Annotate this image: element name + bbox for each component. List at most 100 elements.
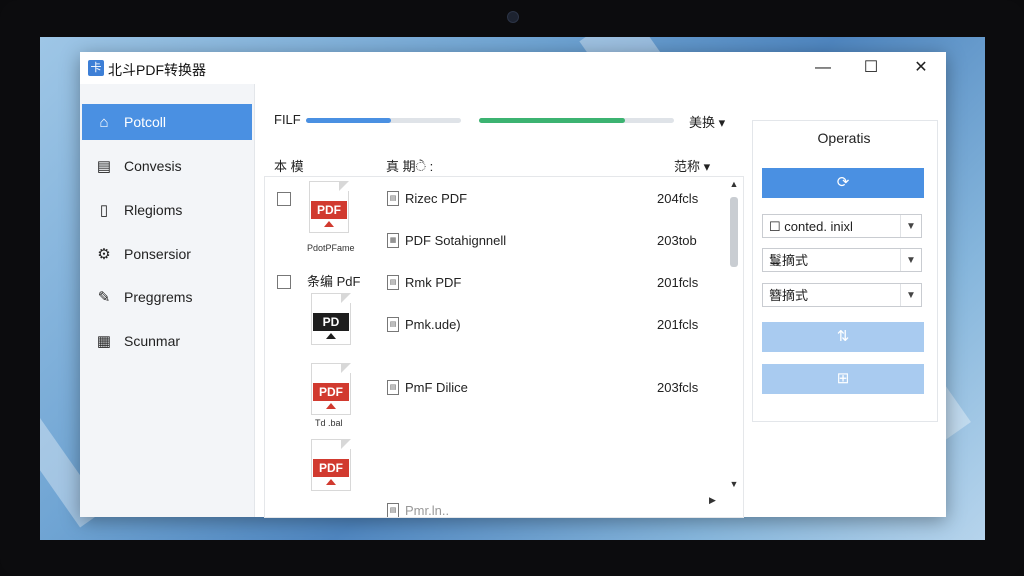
main-panel: FILF 美换 ▾ 本 模 真 期ੇ : 范称 ▾ PDF PdotPFame … — [264, 84, 744, 518]
pdf-badge: PDF — [311, 201, 347, 219]
page-fold — [341, 439, 351, 449]
chevron-down-icon: ▼ — [900, 249, 921, 271]
file-icon: ▤ — [387, 380, 399, 395]
pdf-badge: PD — [313, 313, 349, 331]
scroll-down-icon[interactable]: ▼ — [727, 479, 741, 489]
pdf-thumbnail[interactable]: PDF — [311, 439, 351, 491]
pdf-logo-icon — [326, 403, 336, 409]
pdf-badge: PDF — [313, 459, 349, 477]
file-icon: ▤ — [387, 317, 399, 332]
page-fold — [341, 293, 351, 303]
pdf-logo-icon — [326, 479, 336, 485]
convert-button[interactable]: ⟳ — [762, 168, 924, 198]
file-name[interactable]: Rmk PDF — [405, 275, 461, 290]
vertical-scrollbar[interactable]: ▲ ▼ — [727, 177, 741, 517]
sidebar-item-label: Potcoll — [124, 114, 167, 130]
format-select-2[interactable]: 鬘摘式 ▼ — [762, 248, 922, 272]
file-name[interactable]: Pmk.ude) — [405, 317, 461, 332]
sidebar-item-ponsersior[interactable]: ⚙ Ponsersior — [82, 236, 252, 272]
file-icon: ▤ — [387, 503, 399, 517]
gear-icon: ⚙ — [97, 246, 111, 263]
refresh-icon: ⟳ — [836, 174, 850, 191]
row-group-label: 条编 PdF — [307, 274, 361, 289]
sidebar-item-preggrems[interactable]: ✎ Preggrems — [82, 279, 252, 315]
file-edit-icon: ✎ — [97, 289, 111, 306]
pdf-logo-icon — [326, 333, 336, 339]
thumbnail-caption: PdotPFame — [307, 243, 355, 253]
minimize-button[interactable]: — — [800, 52, 846, 84]
file-name[interactable]: PmF Dilice — [405, 380, 468, 395]
home-icon: ⌂ — [99, 113, 109, 131]
file-size: 204fcls — [657, 191, 699, 206]
merge-icon: ⇅ — [836, 328, 850, 345]
page-fold — [339, 181, 349, 191]
merge-button[interactable]: ⇅ — [762, 322, 924, 352]
select-value: 鬘摘式 — [769, 253, 809, 268]
progress-fill — [306, 118, 392, 123]
split-button[interactable]: ⊞ — [762, 364, 924, 394]
row-checkbox[interactable] — [277, 275, 291, 289]
device-bezel: 卡 北斗PDF转换器 — ☐ ✕ ⌂ Potcoll ▤ Convesis ▯ … — [0, 0, 1024, 576]
sidebar-item-convesis[interactable]: ▤ Convesis — [82, 148, 252, 184]
checkbox-icon: ☐ — [769, 219, 781, 234]
camera-dot — [507, 11, 519, 23]
file-size: 201fcls — [657, 275, 699, 290]
sidebar-item-scunmar[interactable]: ▦ Scunmar — [82, 323, 252, 359]
pdf-thumbnail[interactable]: PD — [311, 293, 351, 345]
file-icon: ▦ — [387, 233, 399, 248]
scroll-up-icon[interactable]: ▲ — [727, 179, 741, 189]
progress-bar-green — [479, 118, 674, 123]
select-value: conted. inixl — [784, 219, 853, 234]
format-select-1[interactable]: ☐ conted. inixl ▼ — [762, 214, 922, 238]
row-checkbox[interactable] — [277, 192, 291, 206]
pdf-thumbnail[interactable]: PDF — [309, 181, 349, 233]
scroll-right-icon[interactable]: ▶ — [709, 495, 716, 506]
maximize-button[interactable]: ☐ — [848, 52, 894, 84]
column-header-1[interactable]: 本 模 — [274, 156, 304, 175]
sort-dropdown[interactable]: 美换 ▾ — [689, 112, 725, 131]
file-size: 201fcls — [657, 317, 699, 332]
chevron-down-icon: ▼ — [900, 284, 921, 306]
scroll-thumb[interactable] — [730, 197, 738, 267]
sidebar-item-rlegioms[interactable]: ▯ Rlegioms — [82, 192, 252, 228]
chevron-down-icon: ▼ — [900, 215, 921, 237]
pdf-logo-icon — [324, 221, 334, 227]
operations-panel: Operatis ⟳ ☐ conted. inixl ▼ 鬘摘式 ▼ 簪摘式 ▼ — [752, 84, 938, 504]
column-header-2[interactable]: 真 期ੇ : — [386, 156, 433, 175]
sidebar-item-label: Ponsersior — [124, 246, 191, 262]
progress-bar-blue — [306, 118, 461, 123]
scan-icon: ▦ — [96, 333, 112, 350]
app-logo-icon: 卡 — [88, 60, 104, 76]
progress-fill — [479, 118, 626, 123]
file-icon: ▤ — [387, 275, 399, 290]
sidebar-item-label: Preggrems — [124, 289, 193, 305]
sidebar-item-label: Convesis — [124, 158, 182, 174]
desktop-screen: 卡 北斗PDF转换器 — ☐ ✕ ⌂ Potcoll ▤ Convesis ▯ … — [40, 37, 985, 540]
select-value: 簪摘式 — [769, 288, 809, 303]
file-size: 203fcls — [657, 380, 699, 395]
sidebar-item-label: Rlegioms — [124, 202, 183, 218]
app-title: 北斗PDF转换器 — [108, 62, 206, 78]
app-window: 卡 北斗PDF转换器 — ☐ ✕ ⌂ Potcoll ▤ Convesis ▯ … — [80, 52, 946, 518]
sidebar: ⌂ Potcoll ▤ Convesis ▯ Rlegioms ⚙ Ponser… — [80, 84, 255, 517]
file-icon: ▯ — [99, 202, 109, 219]
thumbnail-caption: Td .bal — [315, 418, 343, 428]
file-size: 203tob — [657, 233, 697, 248]
file-icon: ▤ — [387, 191, 399, 206]
sidebar-item-potcoll[interactable]: ⌂ Potcoll — [82, 104, 252, 140]
close-button[interactable]: ✕ — [898, 52, 944, 84]
pdf-badge: PDF — [313, 383, 349, 401]
grid-icon: ⊞ — [836, 370, 850, 387]
sidebar-item-label: Scunmar — [124, 333, 181, 349]
document-icon: ▤ — [96, 158, 112, 175]
page-fold — [341, 363, 351, 373]
pdf-thumbnail[interactable]: PDF — [311, 363, 351, 415]
files-label: FILF — [274, 112, 301, 127]
file-name[interactable]: Pmr.ln.. — [405, 503, 449, 517]
format-select-3[interactable]: 簪摘式 ▼ — [762, 283, 922, 307]
column-header-3[interactable]: 范称 ▾ — [674, 156, 710, 175]
operations-title: Operatis — [817, 130, 871, 146]
file-name[interactable]: PDF Sotahignnell — [405, 233, 506, 248]
file-list: PDF PdotPFame 条编 PdF PD PDF Td .bal PDF … — [264, 176, 744, 518]
file-name[interactable]: Rizec PDF — [405, 191, 467, 206]
